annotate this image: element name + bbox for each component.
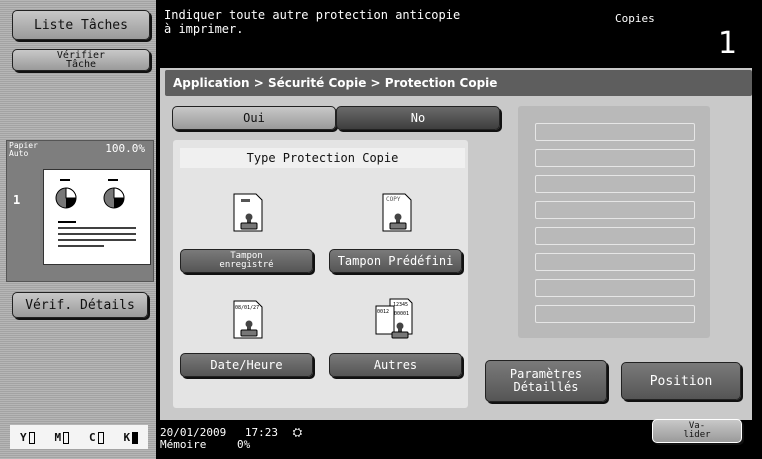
others-button[interactable]: Autres xyxy=(329,353,462,377)
toner-y-bar xyxy=(28,431,35,444)
check-job-button[interactable]: Vérifier Tâche xyxy=(12,49,150,71)
yes-button[interactable]: Oui xyxy=(172,106,336,130)
numbers-c-text: 00001 xyxy=(394,311,409,317)
no-button[interactable]: No xyxy=(336,106,500,130)
registered-stamp-label-2: enregistré xyxy=(219,260,274,270)
detail-settings-label-2: Détaillés xyxy=(513,380,579,394)
date-time-button[interactable]: Date/Heure xyxy=(180,353,313,377)
memory-label: Mémoire xyxy=(160,438,207,451)
list-slot-7[interactable] xyxy=(535,279,695,297)
paper-label: Papier Auto xyxy=(9,142,38,158)
numbering-icon: 12345 0012 00001 xyxy=(374,298,414,344)
zoom-value: 100.0% xyxy=(105,142,145,155)
preset-stamp-icon: COPY xyxy=(381,193,413,237)
toner-m: M xyxy=(54,430,70,444)
list-slot-1[interactable] xyxy=(535,123,695,141)
copy-count: 1 xyxy=(718,26,738,61)
validate-button[interactable]: Va- lider xyxy=(652,419,742,443)
detail-settings-button[interactable]: Paramètres Détaillés xyxy=(485,360,607,402)
toner-y: Y xyxy=(20,431,35,444)
section-title: Type Protection Copie xyxy=(180,148,465,168)
list-slot-6[interactable] xyxy=(535,253,695,271)
mode-label: Copies xyxy=(615,12,655,25)
preset-stamp-button[interactable]: Tampon Prédéfini xyxy=(329,249,462,273)
job-list-button[interactable]: Liste Tâches xyxy=(12,10,150,40)
instruction-line-2: à imprimer. xyxy=(164,22,244,36)
instruction-text: Indiquer toute autre protection anticopi… xyxy=(164,8,460,36)
toner-k-bar xyxy=(132,431,139,444)
date-time-icon: 08/01/27 xyxy=(232,300,264,344)
toner-c-label: C xyxy=(88,430,96,444)
registered-stamp-icon xyxy=(232,193,264,237)
toner-m-label: M xyxy=(54,430,62,444)
toner-k: K xyxy=(123,430,139,444)
paper-label-2: Auto xyxy=(9,149,29,158)
numbers-a-text: 12345 xyxy=(393,302,408,308)
toner-c-bar xyxy=(97,431,104,444)
toner-y-label: Y xyxy=(19,430,27,444)
validate-label-2: lider xyxy=(683,430,711,440)
check-details-button[interactable]: Vérif. Détails xyxy=(12,292,148,318)
instruction-line-1: Indiquer toute autre protection anticopi… xyxy=(164,8,461,22)
page-count: 1 xyxy=(13,193,21,207)
memory-line: Mémoire 0% xyxy=(160,439,302,451)
document-preview-icon xyxy=(55,179,136,247)
copy-text: COPY xyxy=(386,196,401,203)
page-preview xyxy=(43,169,151,265)
message-area: Indiquer toute autre protection anticopi… xyxy=(160,0,762,62)
list-slot-5[interactable] xyxy=(535,227,695,245)
memory-value: 0% xyxy=(236,438,251,451)
breadcrumb: Application > Sécurité Copie > Protectio… xyxy=(165,70,752,96)
toner-m-bar xyxy=(63,431,70,444)
toner-k-label: K xyxy=(123,430,131,444)
preview-panel: Papier Auto 100.0% 1 xyxy=(6,140,154,282)
toner-indicator: Y M C K xyxy=(10,425,148,449)
date-icon-text: 08/01/27 xyxy=(235,305,259,311)
registered-stamp-button[interactable]: Tampon enregistré xyxy=(180,249,313,273)
list-slot-4[interactable] xyxy=(535,201,695,219)
check-job-label-2: Tâche xyxy=(65,59,97,70)
list-slot-8[interactable] xyxy=(535,305,695,323)
position-button[interactable]: Position xyxy=(621,362,741,400)
list-slot-3[interactable] xyxy=(535,175,695,193)
numbers-b-text: 0012 xyxy=(377,309,389,315)
network-icon: ⛭ xyxy=(292,425,303,439)
list-slot-2[interactable] xyxy=(535,149,695,167)
toner-c: C xyxy=(89,431,104,444)
status-bar: 20/01/2009 17:23 ⛭ Mémoire 0% xyxy=(160,426,302,451)
